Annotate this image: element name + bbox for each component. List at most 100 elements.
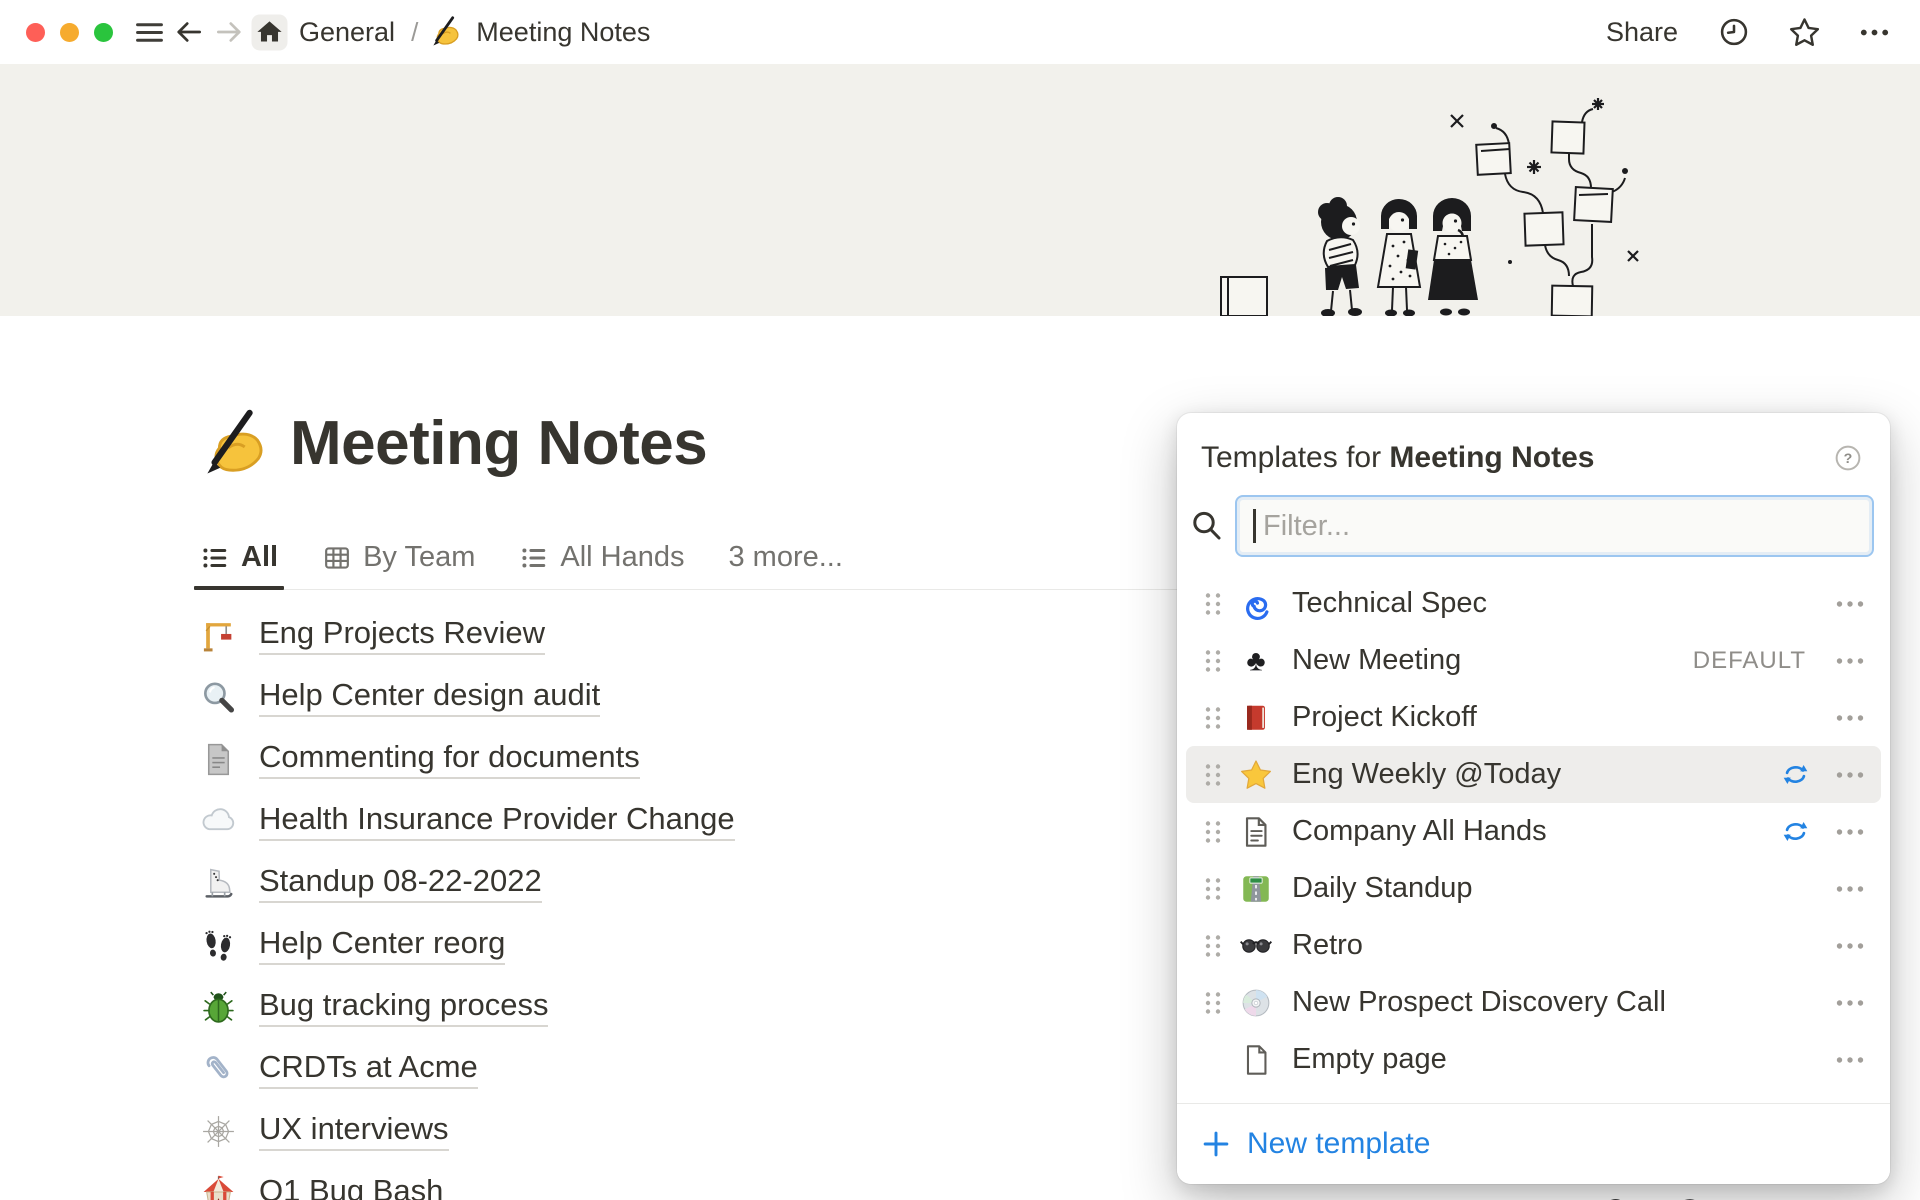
minimize-window-button[interactable] [60, 23, 79, 42]
breadcrumb-separator: / [409, 17, 420, 48]
star-icon [1239, 758, 1273, 792]
template-row-menu-button[interactable] [1828, 871, 1868, 907]
template-filter-row [1185, 495, 1874, 557]
template-row-technical-spec[interactable]: Technical Spec [1186, 575, 1881, 632]
page-link-label: UX interviews [259, 1111, 449, 1152]
template-row-menu-button[interactable] [1828, 586, 1868, 622]
drag-handle-icon[interactable] [1195, 700, 1231, 736]
template-row-retro[interactable]: Retro [1186, 917, 1881, 974]
svg-text:♣: ♣ [1246, 645, 1265, 677]
template-row-menu-button[interactable] [1828, 928, 1868, 964]
page-link-commenting-for-documents[interactable]: Commenting for documents [200, 728, 735, 790]
plus-icon [1199, 1127, 1233, 1161]
templates-popup-title: Templates for Meeting Notes [1201, 441, 1594, 475]
home-button[interactable] [249, 12, 289, 52]
drag-handle-icon[interactable] [1195, 928, 1231, 964]
drag-handle-icon[interactable] [1195, 757, 1231, 793]
page-link-label: Help Center design audit [259, 677, 600, 718]
template-row-eng-weekly-today[interactable]: Eng Weekly @Today [1186, 746, 1881, 803]
paperclip-icon [200, 1051, 237, 1088]
list-view-icon [200, 543, 230, 573]
page-link-eng-projects-review[interactable]: Eng Projects Review [200, 604, 735, 666]
close-window-button[interactable] [26, 23, 45, 42]
text-caret [1253, 509, 1256, 543]
tab-label: All Hands [560, 541, 684, 574]
page-menu-button[interactable] [1854, 12, 1894, 52]
tab-label: 3 more... [728, 541, 842, 574]
page-link-standup-08-22-2022[interactable]: Standup 08-22-2022 [200, 852, 735, 914]
cyclone-icon [1239, 587, 1273, 621]
page-link-q1-bug-bash[interactable]: Q1 Bug Bash [200, 1162, 735, 1200]
share-button[interactable]: Share [1600, 13, 1684, 52]
help-button[interactable]: ? [1832, 442, 1864, 474]
breadcrumb-item-meeting-notes[interactable]: Meeting Notes [472, 15, 654, 50]
tab-all[interactable]: All [200, 526, 278, 589]
writing-hand-icon[interactable] [200, 409, 270, 479]
forward-button[interactable] [209, 12, 249, 52]
document-gray-icon [200, 741, 237, 778]
magnifier-icon [200, 679, 237, 716]
drag-handle-icon[interactable] [1195, 586, 1231, 622]
cover-illustration [1205, 64, 1665, 316]
window-titlebar: General / Meeting Notes Share [0, 0, 1920, 64]
template-label: Empty page [1292, 1043, 1447, 1076]
home-icon [251, 14, 288, 51]
page-link-help-center-reorg[interactable]: Help Center reorg [200, 914, 735, 976]
updates-button[interactable] [1714, 12, 1754, 52]
template-row-daily-standup[interactable]: Daily Standup [1186, 860, 1881, 917]
drag-handle-icon[interactable] [1195, 871, 1231, 907]
back-button[interactable] [169, 12, 209, 52]
cd-icon [1239, 986, 1273, 1020]
tab-all-hands[interactable]: All Hands [519, 526, 684, 589]
drag-handle-icon[interactable] [1195, 814, 1231, 850]
template-label: Project Kickoff [1292, 701, 1477, 734]
writing-hand-icon [430, 16, 462, 48]
page-link-label: Eng Projects Review [259, 615, 545, 656]
template-row-menu-button[interactable] [1828, 814, 1868, 850]
template-filter-input[interactable] [1235, 495, 1874, 557]
zoom-window-button[interactable] [94, 23, 113, 42]
page-link-ux-interviews[interactable]: UX interviews [200, 1100, 735, 1162]
template-row-project-kickoff[interactable]: Project Kickoff [1186, 689, 1881, 746]
tab-3-more[interactable]: 3 more... [728, 526, 842, 589]
drag-handle-icon[interactable] [1195, 643, 1231, 679]
template-row-menu-button[interactable] [1828, 985, 1868, 1021]
page-header: Meeting Notes [200, 408, 707, 479]
favorite-button[interactable] [1784, 12, 1824, 52]
page-link-label: Q1 Bug Bash [259, 1173, 443, 1200]
template-row-company-all-hands[interactable]: Company All Hands [1186, 803, 1881, 860]
table-view-icon [322, 543, 352, 573]
footprints-icon [200, 927, 237, 964]
page-title[interactable]: Meeting Notes [290, 408, 707, 479]
ellipsis-icon [1857, 15, 1892, 50]
page-link-help-center-design-audit[interactable]: Help Center design audit [200, 666, 735, 728]
spiderweb-icon [200, 1113, 237, 1150]
page-link-bug-tracking-process[interactable]: Bug tracking process [200, 976, 735, 1038]
page-link-health-insurance-provider-change[interactable]: Health Insurance Provider Change [200, 790, 735, 852]
template-row-menu-button[interactable] [1828, 757, 1868, 793]
drag-handle-icon[interactable] [1195, 985, 1231, 1021]
cover-image [0, 64, 1920, 316]
template-row-menu-button[interactable] [1828, 700, 1868, 736]
window-controls [26, 23, 113, 42]
breadcrumb-item-general[interactable]: General [295, 15, 399, 50]
app-window: General / Meeting Notes Share [0, 0, 1920, 1200]
page-link-label: Commenting for documents [259, 739, 640, 780]
template-row-new-prospect-discovery-call[interactable]: New Prospect Discovery Call [1186, 974, 1881, 1031]
sidebar-toggle-button[interactable] [129, 12, 169, 52]
template-row-menu-button[interactable] [1828, 643, 1868, 679]
view-tabs: All By Team All Hands 3 more... [200, 526, 1190, 590]
template-label: New Prospect Discovery Call [1292, 986, 1666, 1019]
page-link-crdts-at-acme[interactable]: CRDTs at Acme [200, 1038, 735, 1100]
club-icon: ♣ [1239, 644, 1273, 678]
tab-by-team[interactable]: By Team [322, 526, 475, 589]
template-row-new-meeting[interactable]: ♣New MeetingDEFAULT [1186, 632, 1881, 689]
template-row-empty-page[interactable]: Empty page [1186, 1031, 1881, 1088]
back-arrow-icon [173, 16, 205, 48]
page-link-label: Health Insurance Provider Change [259, 801, 735, 842]
beetle-icon [200, 989, 237, 1026]
circus-tent-icon [200, 1175, 237, 1200]
templates-popup-header: Templates for Meeting Notes ? [1177, 413, 1890, 475]
template-row-menu-button[interactable] [1828, 1042, 1868, 1078]
new-template-button[interactable]: New template [1177, 1103, 1890, 1184]
